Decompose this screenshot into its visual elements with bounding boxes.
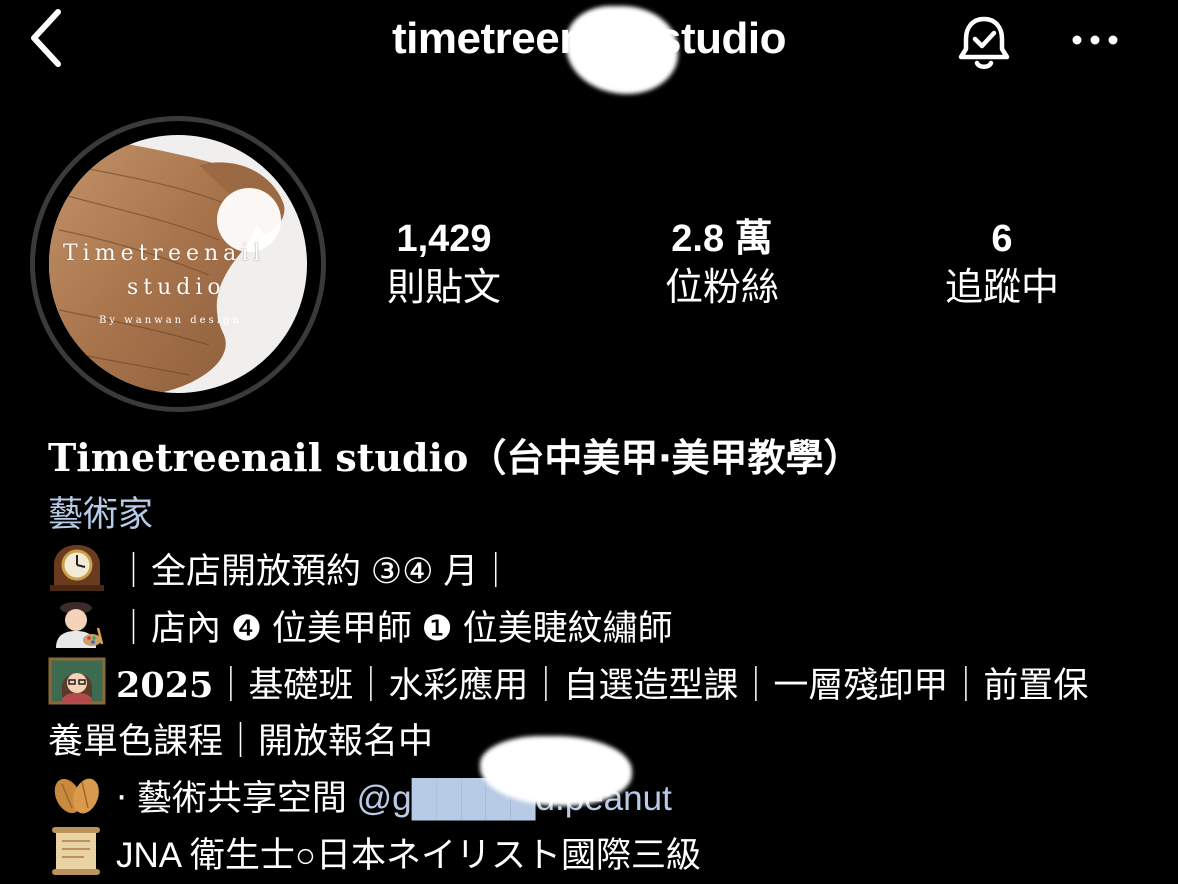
stat-following-label: 追蹤中 bbox=[944, 267, 1059, 309]
scroll-icon bbox=[52, 827, 100, 875]
bio-line-booking-text: ｜全店開放預約 ③④ 月｜ bbox=[116, 552, 514, 591]
profile-avatar[interactable]: Timetreenail studio By wanwan design bbox=[30, 116, 326, 412]
more-dots-icon bbox=[1072, 35, 1118, 45]
display-name-cjk: （台中美甲‧美甲教學） bbox=[468, 438, 862, 480]
avatar-image: Timetreenail studio By wanwan design bbox=[49, 135, 307, 393]
artist-icon bbox=[56, 602, 104, 648]
profile-category: 藝術家 bbox=[48, 495, 154, 534]
redaction-mark bbox=[566, 6, 678, 94]
bio-line-space-text: ‧ 藝術共享空間 bbox=[116, 779, 357, 818]
stat-followers-value: 2.8 萬 bbox=[671, 218, 773, 260]
avatar-logo-line2: studio bbox=[127, 275, 226, 300]
teacher-icon bbox=[48, 657, 106, 705]
notifications-button[interactable] bbox=[950, 8, 1018, 76]
mantel-clock-icon bbox=[50, 545, 104, 591]
bio-line-staff-text: ｜店內 ❹ 位美甲師 ❶ 位美睫紋繡師 bbox=[116, 609, 673, 648]
peanut-icon bbox=[54, 778, 99, 814]
bio-line-booking: ｜全店開放預約 ③④ 月｜ bbox=[48, 543, 1158, 600]
avatar-logo-line1: Timetreenail bbox=[63, 241, 266, 266]
stat-following[interactable]: 6 追蹤中 bbox=[892, 216, 1112, 314]
avatar-logo-line3: By wanwan design bbox=[99, 315, 242, 326]
stat-posts-label: 則貼文 bbox=[386, 267, 501, 309]
bio-line-staff: ｜店內 ❹ 位美甲師 ❶ 位美睫紋繡師 bbox=[48, 600, 1158, 657]
bell-check-icon bbox=[958, 16, 1010, 69]
bio-line-courses-text: ｜基礎班｜水彩應用｜自選造型課｜一層殘卸甲｜前置保 bbox=[213, 666, 1089, 705]
bio-line-courses: 2025｜基礎班｜水彩應用｜自選造型課｜一層殘卸甲｜前置保 bbox=[48, 657, 1158, 714]
display-name-latin: Timetreenail studio bbox=[48, 435, 469, 480]
stat-following-value: 6 bbox=[991, 218, 1013, 260]
stat-followers-label: 位粉絲 bbox=[664, 267, 779, 309]
bio-line-certification-text: JNA 衛生士○日本ネイリスト國際三級 bbox=[116, 836, 702, 875]
profile-bio: Timetreenail studio（台中美甲‧美甲教學） 藝術家 ｜全店開放… bbox=[48, 430, 1158, 884]
bio-line-certification: JNA 衛生士○日本ネイリスト國際三級 bbox=[48, 827, 1158, 884]
stat-posts-value: 1,429 bbox=[396, 218, 492, 260]
bio-courses-year: 2025 bbox=[116, 665, 214, 706]
more-options-button[interactable] bbox=[1065, 20, 1125, 60]
profile-display-name: Timetreenail studio（台中美甲‧美甲教學） bbox=[48, 430, 1158, 487]
top-navigation-bar: timetreenail_studio bbox=[0, 0, 1178, 94]
stat-followers[interactable]: 2.8 萬 位粉絲 bbox=[612, 216, 832, 314]
stat-posts[interactable]: 1,429 則貼文 bbox=[334, 216, 554, 314]
